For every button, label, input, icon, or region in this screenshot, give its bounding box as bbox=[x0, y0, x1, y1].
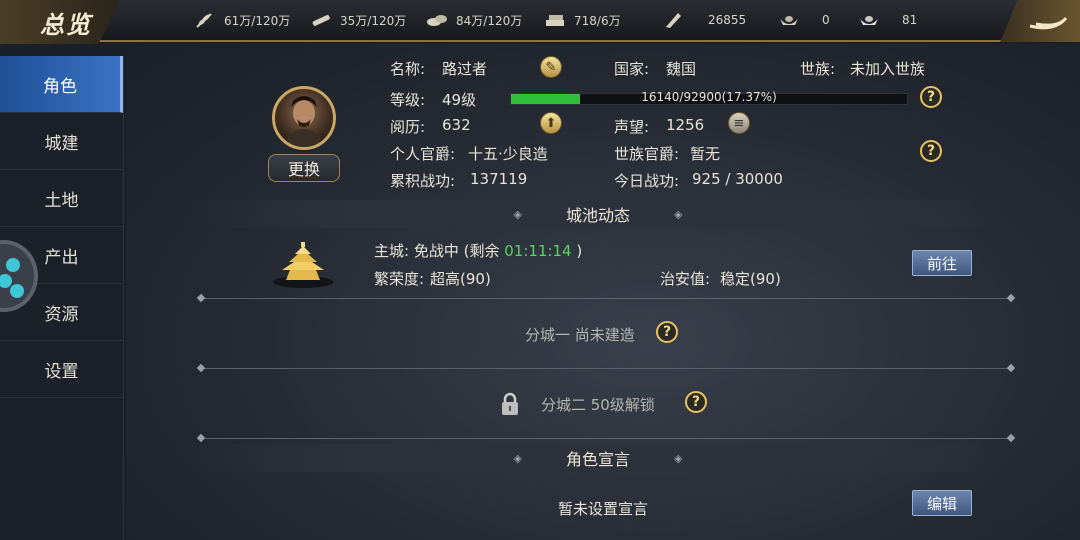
declaration-section-header: ◈ 角色宣言 ◈ bbox=[192, 444, 1004, 472]
main-city-status-close: ) bbox=[576, 242, 583, 260]
city-section-title: 城池动态 bbox=[565, 206, 630, 225]
goto-city-button[interactable]: 前往 bbox=[912, 250, 972, 276]
branch-city-1-text: 分城一 尚未建造 bbox=[525, 326, 635, 344]
security-label: 治安值: bbox=[660, 270, 711, 288]
resource-token[interactable]: 26855 bbox=[662, 0, 746, 40]
exp-label: 阅历: bbox=[390, 118, 426, 136]
sidebar-item-land[interactable]: 土地 bbox=[0, 170, 123, 227]
divider bbox=[202, 438, 1010, 439]
prosperity-label: 繁荣度: bbox=[374, 270, 425, 288]
resource-value: 84万/120万 bbox=[456, 13, 523, 28]
main-panel: 更换 名称: 路过者 ✎ 国家: 魏国 世族: 未加入世族 等级: 49级 16… bbox=[126, 44, 1080, 540]
today-merit-value: 925 / 30000 bbox=[692, 170, 783, 188]
level-label: 等级: bbox=[390, 91, 426, 109]
ornament-icon: ◈ bbox=[674, 207, 683, 221]
exp-value: 632 bbox=[442, 116, 471, 134]
edit-declaration-button[interactable]: 编辑 bbox=[912, 490, 972, 516]
resource-stone[interactable]: 84万/120万 bbox=[426, 0, 522, 40]
ornament-icon: ◈ bbox=[513, 451, 522, 465]
main-city-pagoda-icon bbox=[273, 242, 333, 288]
sidebar-item-city-build[interactable]: 城建 bbox=[0, 113, 123, 170]
clan-label: 世族: bbox=[800, 60, 836, 78]
peace-timer: 01:11:14 bbox=[504, 242, 572, 260]
fame-detail-icon[interactable]: ≡ bbox=[728, 112, 750, 134]
player-name: 路过者 bbox=[442, 60, 488, 78]
rank-label: 个人官爵: bbox=[390, 145, 456, 163]
avatar[interactable] bbox=[272, 86, 336, 150]
stone-icon bbox=[426, 11, 448, 29]
merit-label: 累积战功: bbox=[390, 172, 456, 190]
resource-value: 0 bbox=[822, 13, 830, 27]
resource-value: 81 bbox=[902, 13, 918, 27]
resource-value: 718/6万 bbox=[574, 13, 621, 28]
change-avatar-button[interactable]: 更换 bbox=[268, 154, 340, 182]
resource-gold[interactable]: 0 bbox=[778, 0, 830, 40]
divider bbox=[202, 368, 1010, 369]
resource-grain[interactable]: 61万/120万 bbox=[194, 0, 290, 40]
grain-icon bbox=[194, 11, 216, 29]
resource-silver[interactable]: 81 bbox=[858, 0, 917, 40]
resource-value: 35万/120万 bbox=[340, 13, 407, 28]
resource-value: 61万/120万 bbox=[224, 13, 291, 28]
resource-iron[interactable]: 718/6万 bbox=[544, 0, 621, 40]
name-label: 名称: bbox=[390, 60, 426, 78]
ornament-icon: ◈ bbox=[674, 451, 683, 465]
lock-icon bbox=[502, 392, 518, 415]
level-value: 49级 bbox=[442, 91, 477, 109]
branch-city-2-text: 分城二 50级解锁 bbox=[541, 396, 655, 414]
branch-city-1-help-icon[interactable]: ? bbox=[656, 321, 678, 343]
main-city-status: 主城: 免战中 (剩余 01:11:14 ) bbox=[374, 240, 582, 261]
declaration-text: 暂未设置宣言 bbox=[558, 500, 649, 518]
swirl-icon bbox=[1029, 16, 1068, 30]
branch-city-2-help-icon[interactable]: ? bbox=[685, 391, 707, 413]
city-section-header: ◈ 城池动态 ◈ bbox=[192, 200, 1004, 228]
warrior-portrait-icon bbox=[285, 96, 323, 147]
sidebar-item-role[interactable]: 角色 bbox=[0, 56, 123, 113]
xp-text: 16140/92900(17.37%) bbox=[641, 90, 777, 104]
clan-rank-label: 世族官爵: bbox=[614, 145, 680, 163]
today-merit-label: 今日战功: bbox=[614, 172, 680, 190]
ornament-icon: ◈ bbox=[513, 207, 522, 221]
fame-label: 声望: bbox=[614, 118, 650, 136]
clan-value: 未加入世族 bbox=[850, 60, 926, 78]
security-value: 稳定(90) bbox=[720, 270, 781, 288]
resource-bar: 总览 61万/120万 35万/120万 84万/120万 718/6万 268… bbox=[0, 0, 1080, 44]
merit-value: 137119 bbox=[470, 170, 528, 188]
declaration-section-title: 角色宣言 bbox=[565, 450, 630, 469]
fame-value: 1256 bbox=[666, 116, 705, 134]
main-city-status-label: 主城: 免战中 (剩余 bbox=[374, 242, 500, 260]
upgrade-arrow-icon[interactable]: ⬆ bbox=[540, 112, 562, 134]
rank-help-icon[interactable]: ? bbox=[920, 140, 942, 162]
country-label: 国家: bbox=[614, 60, 650, 78]
iron-icon bbox=[544, 11, 566, 29]
rank-value: 十五·少良造 bbox=[468, 145, 548, 163]
back-button[interactable] bbox=[1000, 0, 1080, 42]
token-icon bbox=[662, 11, 684, 29]
prosperity-value: 超高(90) bbox=[430, 270, 491, 288]
sidebar-item-settings[interactable]: 设置 bbox=[0, 341, 123, 398]
wood-icon bbox=[310, 11, 332, 29]
rename-brush-icon[interactable]: ✎ bbox=[540, 56, 562, 78]
country-value: 魏国 bbox=[666, 60, 697, 78]
resource-wood[interactable]: 35万/120万 bbox=[310, 0, 406, 40]
clan-rank-value: 暂无 bbox=[690, 145, 721, 163]
divider bbox=[202, 298, 1010, 299]
level-help-icon[interactable]: ? bbox=[920, 86, 942, 108]
gold-ingot-icon bbox=[778, 11, 800, 29]
silver-ingot-icon bbox=[858, 11, 880, 29]
page-title: 总览 bbox=[0, 0, 120, 44]
resource-value: 26855 bbox=[708, 13, 747, 27]
